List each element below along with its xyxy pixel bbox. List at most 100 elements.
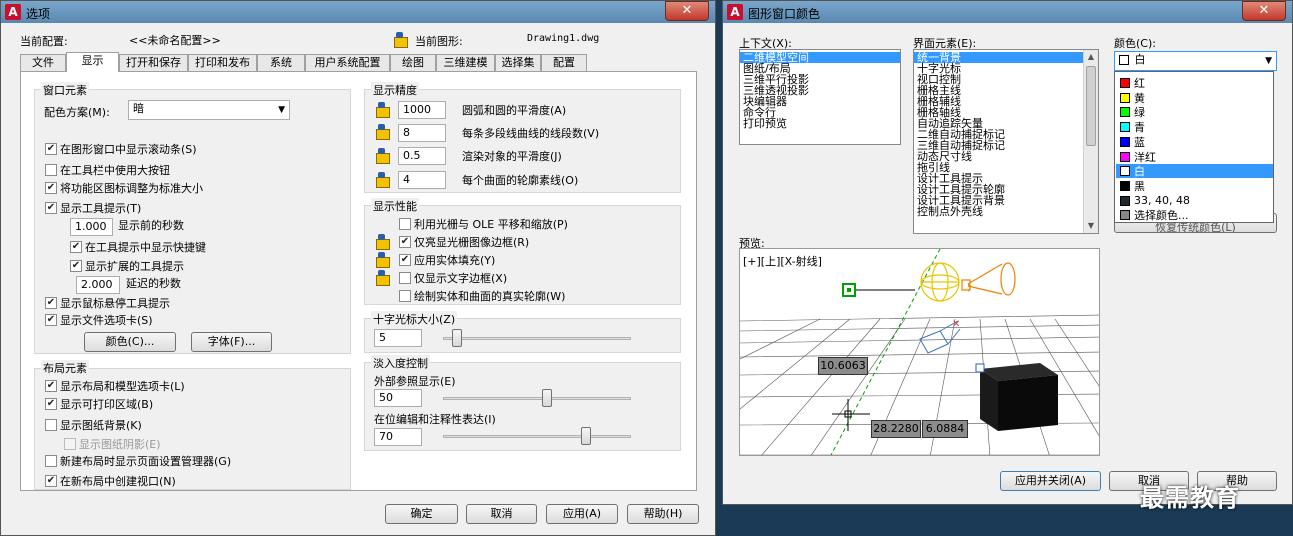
create-viewport-checkbox[interactable]: ✔ 在新布局中创建视口(N) bbox=[45, 473, 176, 489]
highlight-raster-checkbox[interactable]: ✔ 仅亮显光栅图像边框(R) bbox=[399, 234, 529, 250]
color-select[interactable]: 白 ▼ bbox=[1114, 51, 1277, 71]
crosshair-size-slider[interactable] bbox=[443, 328, 631, 348]
slider-track bbox=[443, 337, 631, 340]
layout-elements-title: 布局元素 bbox=[41, 360, 89, 376]
slider-thumb[interactable] bbox=[542, 389, 552, 407]
options-close-button[interactable]: ✕ bbox=[665, 1, 709, 21]
tab-plot-publish[interactable]: 打印和发布 bbox=[188, 54, 257, 71]
color-option[interactable]: 白 bbox=[1116, 164, 1273, 179]
color-swatch bbox=[1120, 166, 1130, 177]
scroll-up-icon[interactable]: ▲ bbox=[1084, 50, 1098, 64]
apply-and-close-button[interactable]: 应用并关闭(A) bbox=[1000, 471, 1101, 491]
show-paper-background-checkbox[interactable]: 显示图纸背景(K) bbox=[45, 417, 142, 433]
xref-fade-slider[interactable] bbox=[443, 388, 631, 408]
interface-element-listbox[interactable]: 统一背景 十字光标 视口控制 栅格主线 栅格辅线 栅格轴线 自动追踪矢量 二维自动捕捉标记 三维… bbox=[913, 49, 1099, 234]
context-listbox[interactable]: 二维模型空间 图纸/布局 三维平行投影 三维透视投影 块编辑器 命令行 打印预览 bbox=[739, 49, 901, 145]
true-silhouettes-checkbox[interactable]: 绘制实体和曲面的真实轮廓(W) bbox=[399, 288, 565, 304]
tab-user-preferences[interactable]: 用户系统配置 bbox=[305, 54, 390, 71]
checkbox-box bbox=[45, 164, 57, 176]
resize-ribbon-icons-checkbox[interactable]: ✔ 将功能区图标调整为标准大小 bbox=[45, 180, 203, 196]
help-button[interactable]: 帮助(H) bbox=[627, 504, 699, 524]
scroll-down-icon[interactable]: ▼ bbox=[1084, 219, 1098, 233]
checkbox-box: ✔ bbox=[399, 236, 411, 248]
show-scrollbars-checkbox[interactable]: ✔ 在图形窗口中显示滚动条(S) bbox=[45, 141, 197, 157]
raster-ole-checkbox[interactable]: 利用光栅与 OLE 平移和缩放(P) bbox=[399, 216, 568, 232]
scroll-thumb[interactable] bbox=[1086, 66, 1096, 146]
slider-track bbox=[443, 397, 631, 400]
show-shortcut-keys-checkbox[interactable]: ✔ 在工具提示中显示快捷键 bbox=[70, 239, 206, 255]
checkbox-box: ✔ bbox=[45, 182, 57, 194]
show-tooltips-checkbox[interactable]: ✔ 显示工具提示(T) bbox=[45, 200, 141, 216]
color-option[interactable]: 洋红 bbox=[1116, 149, 1273, 164]
cancel-button[interactable]: 取消 bbox=[466, 504, 537, 524]
fonts-button[interactable]: 字体(F)... bbox=[191, 332, 272, 352]
current-profile-value: <<未命名配置>> bbox=[129, 34, 221, 47]
tab-profiles[interactable]: 配置 bbox=[541, 54, 587, 71]
fade-control-title: 淡入度控制 bbox=[371, 355, 430, 371]
color-option[interactable]: 蓝 bbox=[1116, 134, 1273, 149]
inplace-fade-input[interactable]: 70 bbox=[374, 428, 422, 446]
color-scheme-select[interactable]: 暗 ▼ bbox=[128, 100, 290, 120]
color-option[interactable]: 选择颜色... bbox=[1116, 208, 1273, 222]
drawing-icon bbox=[392, 31, 408, 48]
arc-smoothness-label: 圆弧和圆的平滑度(A) bbox=[462, 104, 567, 117]
tab-files[interactable]: 文件 bbox=[20, 54, 66, 71]
options-titlebar[interactable]: A 选项 ✕ bbox=[1, 1, 715, 23]
slider-thumb[interactable] bbox=[581, 427, 591, 445]
checkbox-box: ✔ bbox=[70, 241, 82, 253]
show-extended-tooltips-checkbox[interactable]: ✔ 显示扩展的工具提示 bbox=[70, 258, 184, 274]
slider-thumb[interactable] bbox=[452, 329, 462, 347]
show-paper-shadow-checkbox: 显示图纸阴影(E) bbox=[64, 436, 161, 452]
color-swatch bbox=[1120, 78, 1130, 88]
seconds-before-input[interactable]: 1.000 bbox=[70, 218, 113, 236]
slider-track bbox=[443, 435, 631, 438]
autocad-app-icon: A bbox=[727, 4, 743, 20]
color-option[interactable]: 33, 40, 48 bbox=[1116, 193, 1273, 208]
interface-scrollbar[interactable]: ▲ ▼ bbox=[1083, 50, 1098, 233]
seconds-before-label: 显示前的秒数 bbox=[118, 219, 184, 232]
polyline-segments-input[interactable]: 8 bbox=[398, 124, 446, 142]
show-page-setup-manager-checkbox[interactable]: 新建布局时显示页面设置管理器(G) bbox=[45, 453, 231, 469]
colors-button[interactable]: 颜色(C)... bbox=[84, 332, 176, 352]
show-file-tabs-checkbox[interactable]: ✔ 显示文件选项卡(S) bbox=[45, 312, 153, 328]
tab-system[interactable]: 系统 bbox=[257, 54, 305, 71]
colors-close-button[interactable]: ✕ bbox=[1242, 1, 1286, 21]
spotlight-icon bbox=[961, 262, 1016, 296]
color-option-label: 蓝 bbox=[1134, 135, 1145, 149]
apply-button[interactable]: 应用(A) bbox=[546, 504, 618, 524]
window-elements-title: 窗口元素 bbox=[41, 82, 89, 98]
color-option-label: 黄 bbox=[1134, 91, 1145, 105]
crosshair-size-input[interactable]: 5 bbox=[374, 329, 422, 347]
solid-fill-checkbox[interactable]: ✔ 应用实体填充(Y) bbox=[399, 252, 495, 268]
contour-lines-input[interactable]: 4 bbox=[398, 171, 446, 189]
inplace-fade-slider[interactable] bbox=[443, 426, 631, 446]
color-option[interactable]: 绿 bbox=[1116, 105, 1273, 120]
tab-3d-modeling[interactable]: 三维建模 bbox=[436, 54, 495, 71]
tab-selection[interactable]: 选择集 bbox=[495, 54, 541, 71]
color-option[interactable]: 黑 bbox=[1116, 178, 1273, 193]
text-frame-checkbox[interactable]: 仅显示文字边框(X) bbox=[399, 270, 507, 286]
color-option[interactable]: 青 bbox=[1116, 120, 1273, 135]
delay-seconds-input[interactable]: 2.000 bbox=[76, 276, 120, 294]
interface-item[interactable]: 控制点外壳线 bbox=[914, 206, 1098, 217]
context-item[interactable]: 打印预览 bbox=[740, 118, 900, 129]
large-buttons-checkbox[interactable]: 在工具栏中使用大按钮 bbox=[45, 162, 170, 178]
colors-titlebar[interactable]: A 图形窗口颜色 ✕ bbox=[723, 1, 1292, 23]
show-rollover-tooltips-checkbox[interactable]: ✔ 显示鼠标悬停工具提示 bbox=[45, 295, 170, 311]
color-option[interactable]: 黄 bbox=[1116, 90, 1273, 105]
color-option[interactable]: 红 bbox=[1116, 76, 1273, 90]
black-cube bbox=[980, 363, 1058, 431]
preview-viewport: ✕ [+][上][X-射线] 10.6063 28.2280 6.0884 bbox=[739, 248, 1100, 456]
crosshair-cursor bbox=[832, 399, 870, 431]
ok-button[interactable]: 确定 bbox=[385, 504, 458, 524]
xref-fade-input[interactable]: 50 bbox=[374, 389, 422, 407]
tab-drafting[interactable]: 绘图 bbox=[390, 54, 436, 71]
arc-smoothness-input[interactable]: 1000 bbox=[398, 101, 446, 119]
tab-display[interactable]: 显示 bbox=[66, 52, 119, 72]
tab-open-save[interactable]: 打开和保存 bbox=[119, 54, 188, 71]
show-printable-area-checkbox[interactable]: ✔ 显示可打印区域(B) bbox=[45, 396, 153, 412]
show-layout-tabs-checkbox[interactable]: ✔ 显示布局和模型选项卡(L) bbox=[45, 378, 185, 394]
color-swatch bbox=[1120, 92, 1130, 103]
render-smoothness-input[interactable]: 0.5 bbox=[398, 147, 446, 165]
color-dropdown-list[interactable]: 红黄绿青蓝洋红白黑 33, 40, 48 选择颜色... bbox=[1114, 71, 1274, 223]
